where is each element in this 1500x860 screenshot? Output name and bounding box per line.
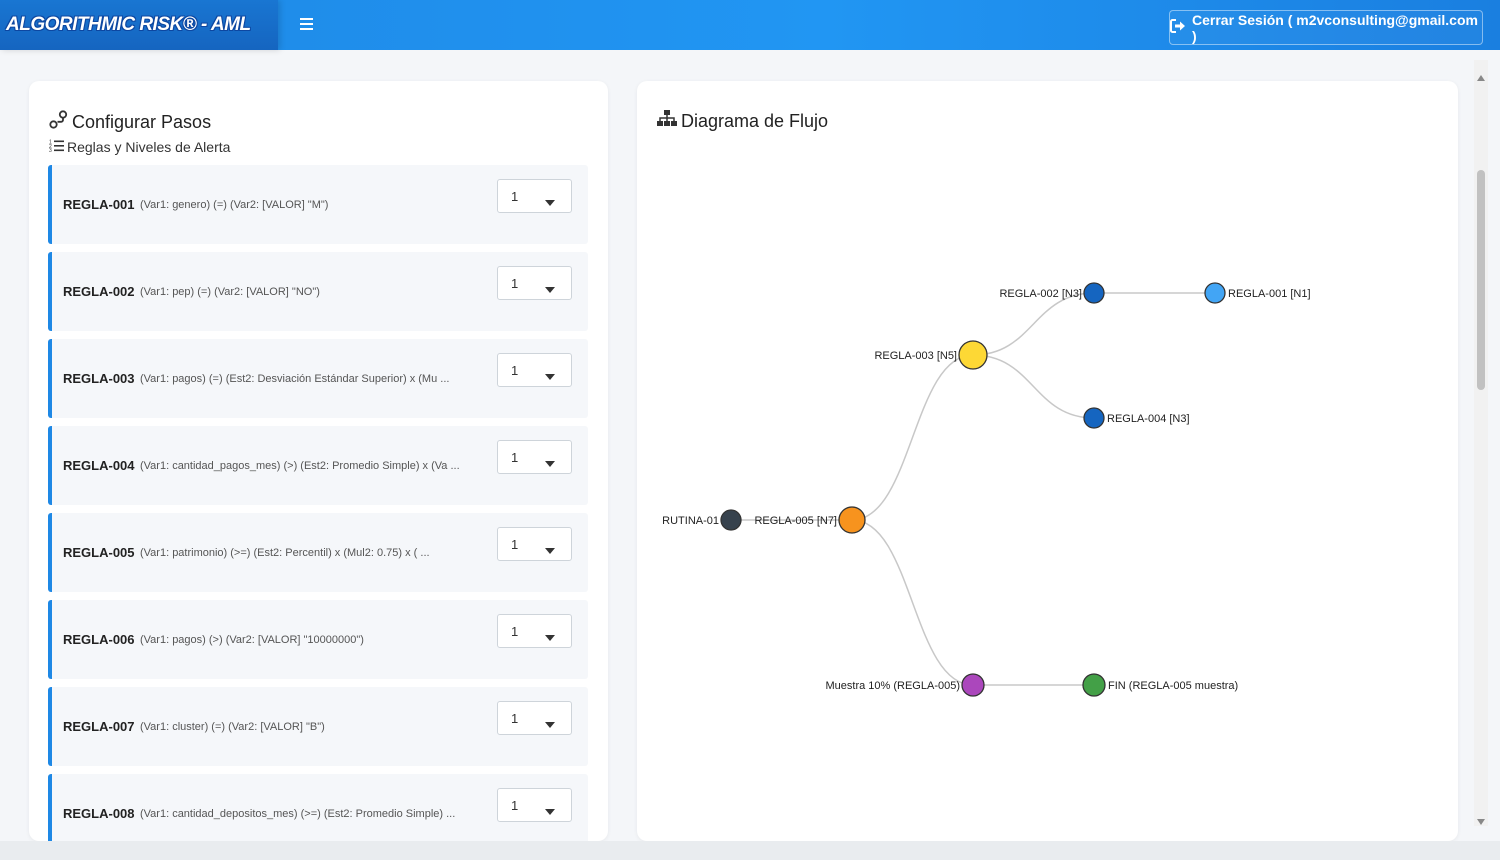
rule-code: REGLA-003	[63, 371, 135, 386]
alert-level-value: 1	[511, 362, 519, 378]
logout-button[interactable]: Cerrar Sesión ( m2vconsulting@gmail.com …	[1169, 10, 1483, 45]
flow-edge-r003-r002	[972, 292, 1095, 356]
alert-level-value: 1	[511, 623, 519, 639]
flow-node-r001[interactable]: REGLA-001 [N1]	[1204, 282, 1311, 304]
caret-down-icon	[545, 280, 555, 298]
flow-node-r005[interactable]: REGLA-005 [N7]	[754, 506, 866, 534]
caret-down-icon	[545, 541, 555, 559]
rule-code: REGLA-004	[63, 458, 135, 473]
sign-out-icon	[1170, 19, 1186, 36]
flow-diagram[interactable]: RUTINA-01 REGLA-005 [N7] REGLA-003 [N5] REG…	[637, 81, 1458, 841]
rule-description: (Var1: genero) (=) (Var2: [VALOR] "M")	[140, 198, 329, 211]
configure-steps-title: Configurar Pasos	[72, 111, 212, 132]
scroll-up-arrow-icon[interactable]	[1477, 68, 1485, 86]
alert-level-value: 1	[511, 710, 519, 726]
rule-description: (Var1: patrimonio) (>=) (Est2: Percentil…	[140, 546, 430, 559]
flow-node-label: FIN (REGLA-005 muestra)	[1108, 680, 1238, 692]
page-scrollbar-thumb[interactable]	[1477, 170, 1485, 390]
caret-down-icon	[545, 802, 555, 820]
flow-node-label: REGLA-003 [N5]	[874, 350, 957, 362]
flow-node-label: REGLA-004 [N3]	[1107, 413, 1190, 425]
list-ol-icon: 123	[49, 139, 64, 155]
flow-node-r002[interactable]: REGLA-002 [N3]	[999, 282, 1105, 304]
flow-node-circle[interactable]	[1083, 407, 1105, 429]
flow-node-circle[interactable]	[838, 506, 866, 534]
flow-edge-r005-r003	[851, 354, 974, 521]
svg-text:3: 3	[49, 148, 52, 152]
rule-description: (Var1: cantidad_pagos_mes) (>) (Est2: Pr…	[140, 459, 460, 472]
rule-item-005: REGLA-005 (Var1: patrimonio) (>=) (Est2:…	[48, 513, 588, 592]
top-navbar: ALGORITHMIC RISK® - AML Cerrar Sesión ( …	[0, 0, 1500, 50]
rule-code: REGLA-001	[63, 197, 135, 212]
configure-steps-card: Configurar Pasos 123 Reglas y Niveles de…	[29, 81, 608, 841]
rule-code: REGLA-006	[63, 632, 135, 647]
caret-down-icon	[545, 454, 555, 472]
flow-edge-r005-muestra	[851, 519, 974, 686]
hamburger-icon	[299, 18, 313, 30]
flow-node-circle[interactable]	[958, 340, 988, 370]
scroll-down-arrow-icon[interactable]	[1477, 812, 1485, 830]
rule-code: REGLA-008	[63, 806, 135, 821]
flow-node-circle[interactable]	[1204, 282, 1226, 304]
alert-level-select[interactable]: 1	[497, 614, 572, 648]
flow-node-muestra[interactable]: Muestra 10% (REGLA-005)	[826, 673, 985, 697]
flow-node-label: Muestra 10% (REGLA-005)	[826, 680, 961, 692]
menu-toggle-button[interactable]	[296, 13, 316, 35]
flow-node-label: RUTINA-01	[662, 515, 719, 527]
rule-code: REGLA-002	[63, 284, 135, 299]
alert-level-value: 1	[511, 275, 519, 291]
rule-code: REGLA-005	[63, 545, 135, 560]
alert-level-select[interactable]: 1	[497, 701, 572, 735]
rule-item-006: REGLA-006 (Var1: pagos) (>) (Var2: [VALO…	[48, 600, 588, 679]
flow-edge-r003-r004	[972, 354, 1095, 419]
rule-code: REGLA-007	[63, 719, 135, 734]
flow-diagram-card: Diagrama de Flujo RUTINA-01 REGLA-005 [N7…	[637, 81, 1458, 841]
rule-description: (Var1: cluster) (=) (Var2: [VALOR] "B")	[140, 720, 325, 733]
brand-logo[interactable]: ALGORITHMIC RISK® - AML	[0, 0, 278, 50]
rule-item-004: REGLA-004 (Var1: cantidad_pagos_mes) (>)…	[48, 426, 588, 505]
rule-description: (Var1: pagos) (=) (Est2: Desviación Está…	[140, 372, 450, 385]
rule-item-007: REGLA-007 (Var1: cluster) (=) (Var2: [VA…	[48, 687, 588, 766]
flow-node-circle[interactable]	[1082, 673, 1106, 697]
flow-node-rutina[interactable]: RUTINA-01	[662, 509, 742, 531]
alert-level-select[interactable]: 1	[497, 788, 572, 822]
alert-level-value: 1	[511, 536, 519, 552]
flow-node-circle[interactable]	[720, 509, 742, 531]
bottom-bar	[0, 841, 1500, 860]
flow-node-r003[interactable]: REGLA-003 [N5]	[874, 340, 988, 370]
rules-subheader: 123 Reglas y Niveles de Alerta	[49, 139, 230, 155]
alert-level-select[interactable]: 1	[497, 179, 572, 213]
alert-level-select[interactable]: 1	[497, 527, 572, 561]
flow-node-r004[interactable]: REGLA-004 [N3]	[1083, 407, 1190, 429]
caret-down-icon	[545, 367, 555, 385]
alert-level-value: 1	[511, 797, 519, 813]
alert-level-value: 1	[511, 449, 519, 465]
configure-steps-header: Configurar Pasos	[49, 110, 211, 134]
caret-down-icon	[545, 628, 555, 646]
rule-item-002: REGLA-002 (Var1: pep) (=) (Var2: [VALOR]…	[48, 252, 588, 331]
rule-description: (Var1: pagos) (>) (Var2: [VALOR] "100000…	[140, 633, 364, 646]
flow-node-label: REGLA-002 [N3]	[999, 288, 1082, 300]
rule-item-008: REGLA-008 (Var1: cantidad_depositos_mes)…	[48, 774, 588, 841]
rule-description: (Var1: cantidad_depositos_mes) (>=) (Est…	[140, 807, 456, 820]
rules-subtitle: Reglas y Niveles de Alerta	[67, 139, 231, 155]
caret-down-icon	[545, 193, 555, 211]
flow-node-circle[interactable]	[1083, 282, 1105, 304]
alert-level-select[interactable]: 1	[497, 353, 572, 387]
alert-level-value: 1	[511, 188, 519, 204]
caret-down-icon	[545, 715, 555, 733]
flow-node-circle[interactable]	[961, 673, 985, 697]
route-icon	[49, 110, 68, 134]
rule-item-001: REGLA-001 (Var1: genero) (=) (Var2: [VAL…	[48, 165, 588, 244]
rule-description: (Var1: pep) (=) (Var2: [VALOR] "NO")	[140, 285, 320, 298]
brand-title: ALGORITHMIC RISK® - AML	[6, 14, 251, 35]
flow-node-label: REGLA-001 [N1]	[1228, 288, 1311, 300]
rule-item-003: REGLA-003 (Var1: pagos) (=) (Est2: Desvi…	[48, 339, 588, 418]
logout-label: Cerrar Sesión ( m2vconsulting@gmail.com …	[1192, 11, 1478, 44]
alert-level-select[interactable]: 1	[497, 440, 572, 474]
alert-level-select[interactable]: 1	[497, 266, 572, 300]
flow-node-fin[interactable]: FIN (REGLA-005 muestra)	[1082, 673, 1238, 697]
flow-node-label: REGLA-005 [N7]	[754, 515, 837, 527]
